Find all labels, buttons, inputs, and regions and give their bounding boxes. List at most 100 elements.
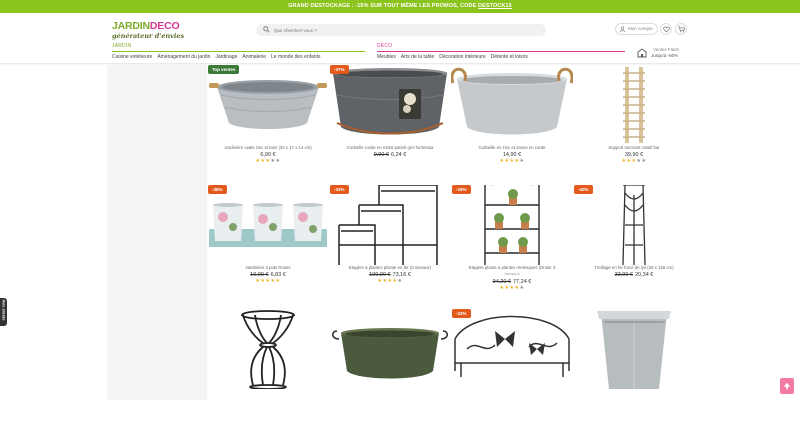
product-name[interactable]: Jardinière ovale zinc et bois (30 x 17 x… <box>207 145 329 150</box>
arabesque-plant-shelf-image <box>484 185 540 265</box>
product-card[interactable]: Top ventes Jardinière ovale zinc et bois… <box>207 65 329 183</box>
heart-icon <box>663 26 670 33</box>
logo-deco: DECO <box>149 20 180 32</box>
product-card[interactable]: -18% Etagère plante à plantes Atelesques… <box>451 185 573 303</box>
wishlist-button[interactable] <box>660 23 672 35</box>
customer-reviews-label: Avis clients <box>1 299 6 321</box>
rose-pots-planter-image <box>209 203 327 247</box>
product-image[interactable] <box>451 185 573 265</box>
cart-icon <box>678 26 685 33</box>
zinc-planter-image <box>209 80 327 129</box>
nav-item-detente-loisirs[interactable]: Détente et loisirs <box>491 54 528 60</box>
wooden-trellis-image <box>623 67 645 143</box>
flash-sales-link[interactable]: Ventes Flash Jusqu'à -60% <box>637 46 687 60</box>
search-bar[interactable] <box>256 24 546 36</box>
product-card[interactable]: -33% <box>451 309 573 427</box>
product-name[interactable]: Etagère plante à plantes Atelesques (Dro… <box>451 265 573 270</box>
product-grid: Top ventes Jardinière ovale zinc et bois… <box>207 65 693 400</box>
product-price: 9,90 €6,24 € <box>329 152 451 158</box>
product-name[interactable]: Jardinière 3 pots Roses <box>207 265 329 270</box>
store-icon <box>637 48 647 58</box>
nav-item-arts-table[interactable]: Arts de la table <box>401 54 434 60</box>
product-name[interactable]: Etagère à plantes pliante en fer (3 nive… <box>329 265 451 270</box>
user-icon <box>619 26 626 32</box>
product-card[interactable]: -38% Jardinière 3 pots Roses 10,90 €6,83… <box>207 185 329 303</box>
product-rating: ★★★★★ <box>377 278 403 284</box>
scroll-to-top-button[interactable] <box>780 378 794 394</box>
product-card[interactable]: Support tournant rotatif bar 39,90 € ★★★… <box>573 65 695 183</box>
nav-deco-title[interactable]: DÉCO <box>377 43 625 49</box>
product-name[interactable]: Corbeille en zinc et anses en corde <box>451 145 573 150</box>
iron-lily-trellis-image <box>622 185 646 265</box>
iron-basket-stand-image <box>241 310 295 389</box>
site-logo[interactable]: JARDINDECO générateur d'envies <box>112 21 192 43</box>
search-icon[interactable] <box>263 26 270 33</box>
customer-reviews-tab[interactable]: Avis clients <box>0 298 7 326</box>
product-image[interactable] <box>329 65 451 145</box>
product-badge: -38% <box>208 185 227 194</box>
product-image[interactable] <box>207 309 329 389</box>
product-image[interactable] <box>207 185 329 265</box>
product-badge: -18% <box>452 185 471 194</box>
zinc-rope-basket-image <box>451 67 573 135</box>
product-badge: Top ventes <box>208 65 240 74</box>
product-rating: ★★★★★ <box>621 158 647 164</box>
promo-bar[interactable]: GRAND DESTOCKAGE : -15% SUR TOUT MÊME LE… <box>0 0 800 13</box>
product-card[interactable]: Corbeille en zinc et anses en corde 14,9… <box>451 65 573 183</box>
product-image[interactable] <box>329 185 451 265</box>
search-input[interactable] <box>274 24 539 36</box>
nav-item-amenagement[interactable]: Aménagement du jardin <box>157 54 210 60</box>
product-card[interactable] <box>329 309 451 427</box>
account-label: Mon compte <box>628 26 653 31</box>
nav-deco: DÉCO Meubles Arts de la table Décoration… <box>377 43 625 60</box>
product-old-price: 9,90 € <box>373 152 389 158</box>
product-image[interactable] <box>329 309 451 389</box>
nav-item-cuisine-exterieure[interactable]: Cuisine extérieure <box>112 54 152 60</box>
nav-jardin: JARDIN Cuisine extérieure Aménagement du… <box>112 43 365 60</box>
product-rating: ★★★★★ <box>499 285 525 291</box>
product-badge: -40% <box>574 185 593 194</box>
nav-jardin-title[interactable]: JARDIN <box>112 43 365 49</box>
product-name[interactable]: Support tournant rotatif bar <box>573 145 695 150</box>
product-image[interactable] <box>207 65 329 145</box>
product-image[interactable] <box>451 309 573 389</box>
nav-item-animalerie[interactable]: Animalerie <box>242 54 266 60</box>
product-price: 33,90 €20,34 € <box>573 272 695 278</box>
product-image[interactable] <box>451 65 573 145</box>
promo-code[interactable]: DESTOCK15 <box>478 3 512 9</box>
product-image[interactable] <box>573 65 695 145</box>
product-card[interactable]: -33% Etagère à plantes pliante en fer (3… <box>329 185 451 303</box>
product-card[interactable] <box>573 309 695 427</box>
nav-jardin-divider <box>112 51 365 52</box>
product-card[interactable]: -40% Treillage en fer forcé de lys (28 x… <box>573 185 695 303</box>
product-name-continued: niveaux) <box>504 271 520 276</box>
nav-item-meubles[interactable]: Meubles <box>377 54 396 60</box>
butterfly-garden-border-image <box>454 315 570 377</box>
promo-text: GRAND DESTOCKAGE : -15% SUR TOUT MÊME LE… <box>288 3 479 9</box>
product-image[interactable] <box>573 309 695 389</box>
flash-sales-title: Ventes Flash <box>653 47 680 52</box>
nav-item-enfants[interactable]: Le monde des enfants <box>271 54 320 60</box>
product-name[interactable]: Treillage en fer forcé de lys (28 x 128 … <box>573 265 695 270</box>
zinc-square-planter-image <box>597 311 671 389</box>
product-name[interactable]: Corbeille ronde en métal patiné gris hor… <box>329 145 451 150</box>
product-image[interactable] <box>573 185 695 265</box>
product-card[interactable]: -37% Corbeille ronde en métal patiné gri… <box>329 65 451 183</box>
black-plant-stand-image <box>338 185 438 265</box>
cart-button[interactable] <box>675 23 687 35</box>
logo-tagline: générateur d'envies <box>112 32 185 40</box>
product-badge: -33% <box>330 185 349 194</box>
flash-sales-subtitle: Jusqu'à -60% <box>651 53 679 58</box>
product-rating: ★★★★★ <box>255 278 281 284</box>
product-old-price: 33,90 € <box>614 272 633 278</box>
product-rating: ★★★★★ <box>255 158 281 164</box>
product-card[interactable] <box>207 309 329 427</box>
nav-item-jardinage[interactable]: Jardinage <box>215 54 237 60</box>
header: JARDINDECO générateur d'envies Mon compt… <box>0 13 800 63</box>
product-current-price: 6,24 € <box>391 152 407 158</box>
nav-deco-divider <box>377 51 625 52</box>
account-button[interactable]: Mon compte <box>615 23 658 35</box>
nav-item-decoration-interieure[interactable]: Décoration intérieure <box>439 54 485 60</box>
logo-jardin: JARDIN <box>112 20 150 32</box>
product-badge: -37% <box>330 65 349 74</box>
